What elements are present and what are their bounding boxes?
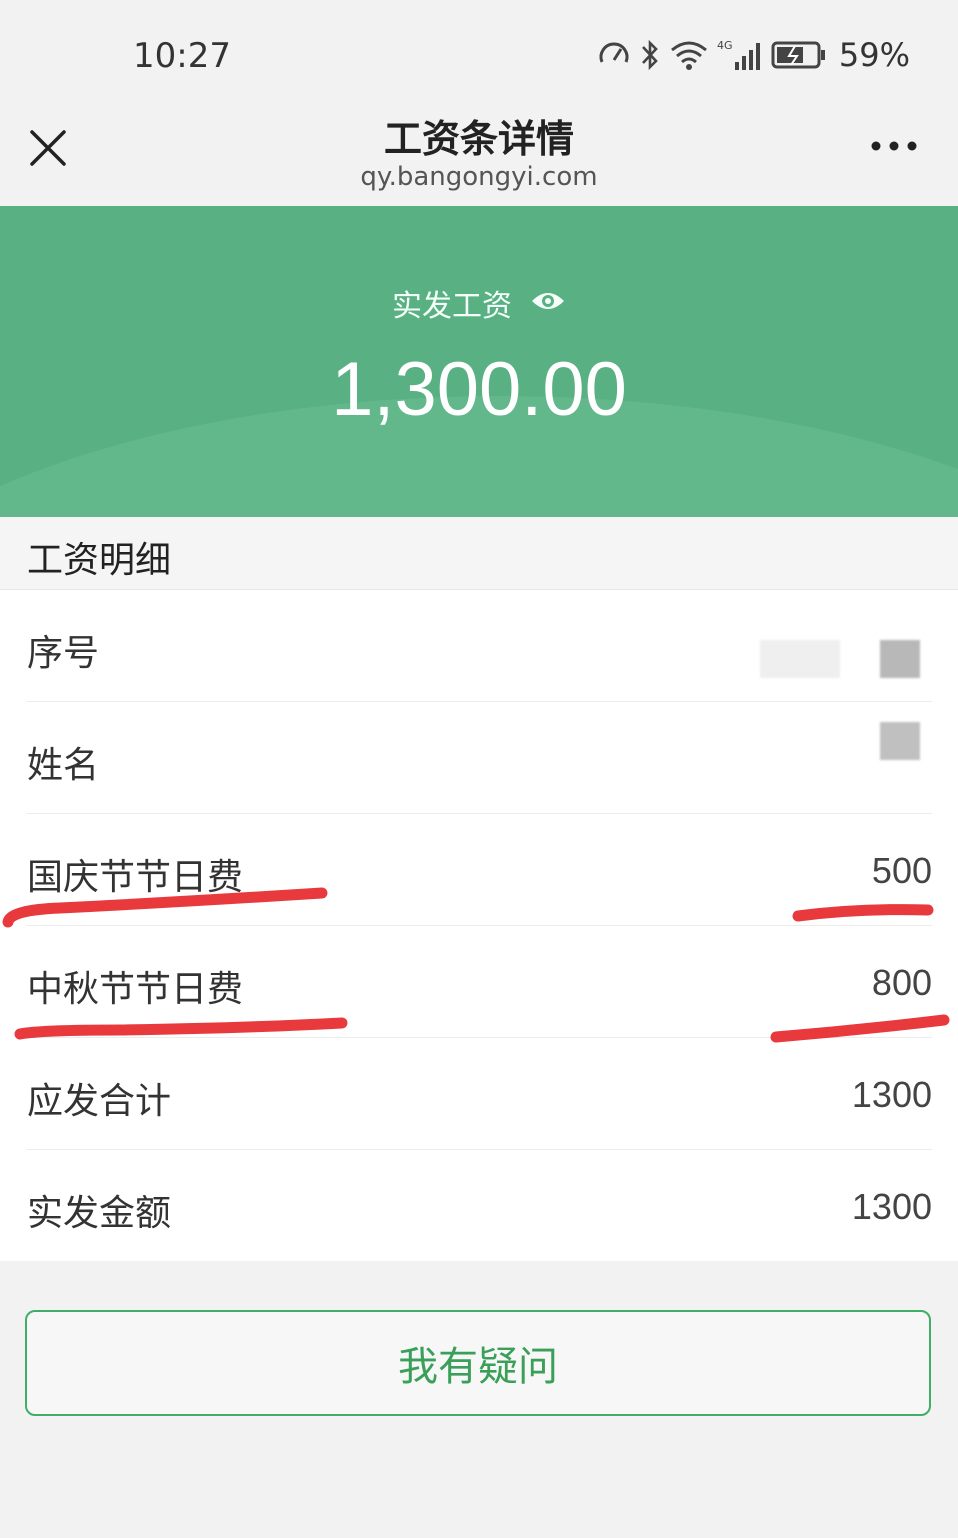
net-salary-label: 实发工资 (392, 289, 512, 324)
section-title: 工资明细 (27, 540, 172, 581)
wifi-icon (669, 38, 709, 72)
row-label: 应发合计 (27, 1081, 172, 1122)
redacted-block (880, 722, 920, 760)
salary-hero: 实发工资 1,300.00 (0, 206, 958, 517)
row-label: 序号 (27, 633, 100, 674)
net-salary-amount: 1,300.00 (331, 347, 627, 432)
page-url: qy.bangongyi.com (360, 162, 598, 192)
bluetooth-icon (639, 38, 661, 72)
hero-label-row: 实发工资 (0, 281, 958, 325)
row-label: 中秋节节日费 (27, 969, 244, 1010)
row-value: 500 (871, 850, 932, 891)
row-label: 姓名 (27, 745, 100, 786)
speed-icon (597, 38, 631, 72)
redacted-block (760, 640, 840, 678)
section-header: 工资明细 (0, 517, 958, 590)
list-item: 实发金额 1300 (27, 1150, 932, 1261)
status-bar: 10:27 4G 59% (0, 0, 958, 100)
row-value: 1300 (851, 1186, 932, 1227)
row-value: 1300 (851, 1074, 932, 1115)
list-item: 中秋节节日费 800 (27, 926, 932, 1038)
question-button[interactable]: 我有疑问 (25, 1310, 931, 1416)
signal-4g-icon: 4G (717, 38, 763, 72)
svg-text:4G: 4G (717, 39, 733, 52)
redacted-block (880, 640, 920, 678)
nav-bar: 工资条详情 qy.bangongyi.com (0, 100, 958, 206)
status-icons: 4G 59% (597, 36, 910, 74)
battery-charging-icon (771, 38, 827, 72)
row-label: 国庆节节日费 (27, 857, 244, 898)
list-item: 国庆节节日费 500 (27, 814, 932, 926)
more-icon[interactable] (870, 136, 918, 156)
row-label: 实发金额 (27, 1193, 172, 1234)
list-item: 姓名 (27, 702, 932, 814)
page-title: 工资条详情 (383, 117, 574, 161)
salary-detail-list: 序号 姓名 国庆节节日费 500 中秋节节日费 800 应发合计 1300 实发… (0, 590, 958, 1261)
status-time: 10:27 (133, 36, 231, 76)
eye-icon[interactable] (530, 289, 566, 317)
row-value: 800 (871, 962, 932, 1003)
battery-percent: 59% (838, 36, 910, 74)
list-item: 应发合计 1300 (27, 1038, 932, 1150)
list-item: 序号 (27, 590, 932, 702)
